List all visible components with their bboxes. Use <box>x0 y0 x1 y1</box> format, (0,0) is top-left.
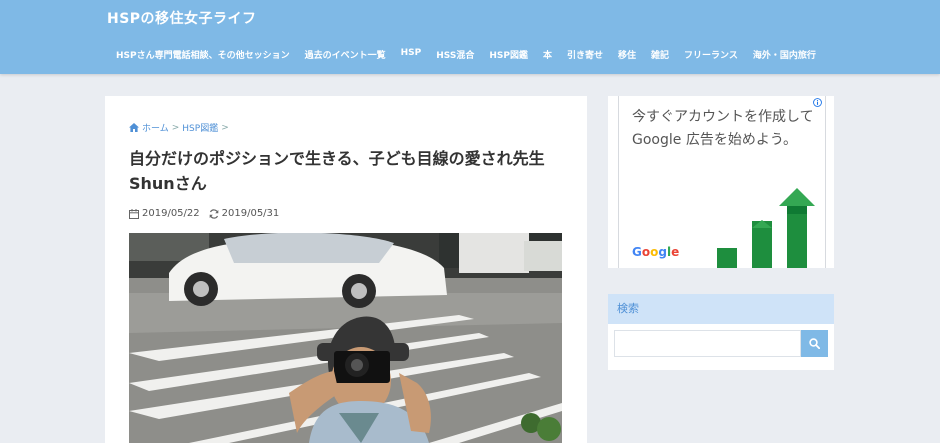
nav-item-hsp-zukan[interactable]: HSP図鑑 <box>489 48 528 61</box>
nav-item-relocation[interactable]: 移住 <box>618 48 636 61</box>
google-logo: Google <box>632 245 679 259</box>
search-widget-title: 検索 <box>608 294 834 324</box>
ad-line-1: 今すぐアカウントを作成して <box>632 109 814 125</box>
site-header: HSPの移住女子ライフ HSPさん専門電話相談、その他セッション 過去のイベント… <box>0 0 940 74</box>
article-card: ホーム > HSP図鑑 > 自分だけのポジションで生きる、子ども目線の愛され先生… <box>105 96 587 443</box>
search-button[interactable] <box>801 330 828 357</box>
nav-item-hsp[interactable]: HSP <box>401 48 422 61</box>
logo-letter: G <box>632 245 642 259</box>
published-date: 2019/05/22 <box>142 208 200 219</box>
nav-item-freelance[interactable]: フリーランス <box>684 48 738 61</box>
logo-letter: o <box>641 245 651 259</box>
refresh-icon <box>209 208 218 219</box>
nav-item-hss[interactable]: HSS混合 <box>436 48 474 61</box>
article-title: 自分だけのポジションで生きる、子ども目線の愛され先生Shunさん <box>129 149 545 193</box>
breadcrumb: ホーム > HSP図鑑 > <box>129 121 232 134</box>
article-dates: 2019/05/22 2019/05/31 <box>129 208 279 219</box>
site-title[interactable]: HSPの移住女子ライフ <box>107 8 257 28</box>
breadcrumb-separator: > <box>171 122 180 133</box>
breadcrumb-separator: > <box>221 122 229 133</box>
search-icon <box>809 338 820 349</box>
nav-item-phone-consultation[interactable]: HSPさん専門電話相談、その他セッション <box>116 48 290 61</box>
calendar-icon <box>129 208 139 219</box>
updated-date: 2019/05/31 <box>221 208 280 219</box>
ad-frame: 今すぐアカウントを作成して Google 広告を始めよう。 Google <box>618 96 826 268</box>
growth-chart-icon <box>717 188 815 268</box>
logo-letter: e <box>671 245 680 259</box>
google-ad[interactable]: 今すぐアカウントを作成して Google 広告を始めよう。 Google <box>608 96 834 268</box>
ad-line-2: Google 広告を始めよう。 <box>632 132 797 148</box>
search-input[interactable] <box>614 330 801 357</box>
nav-item-law-of-attraction[interactable]: 引き寄せ <box>567 48 603 61</box>
home-icon <box>129 123 139 132</box>
article-eyecatch-photo <box>129 233 562 443</box>
nav-item-books[interactable]: 本 <box>543 48 552 61</box>
global-nav: HSPさん専門電話相談、その他セッション 過去のイベント一覧 HSP HSS混合… <box>116 48 831 61</box>
info-icon[interactable] <box>813 98 822 107</box>
nav-item-misc[interactable]: 雑記 <box>651 48 669 61</box>
breadcrumb-category-link[interactable]: HSP図鑑 <box>182 121 218 134</box>
search-form <box>614 330 828 357</box>
nav-item-travel[interactable]: 海外・国内旅行 <box>753 48 816 61</box>
nav-item-past-events[interactable]: 過去のイベント一覧 <box>305 48 386 61</box>
breadcrumb-home-link[interactable]: ホーム <box>142 121 169 134</box>
ad-copy: 今すぐアカウントを作成して Google 広告を始めよう。 <box>632 106 814 152</box>
logo-letter: g <box>658 245 667 259</box>
search-widget: 検索 <box>608 294 834 370</box>
